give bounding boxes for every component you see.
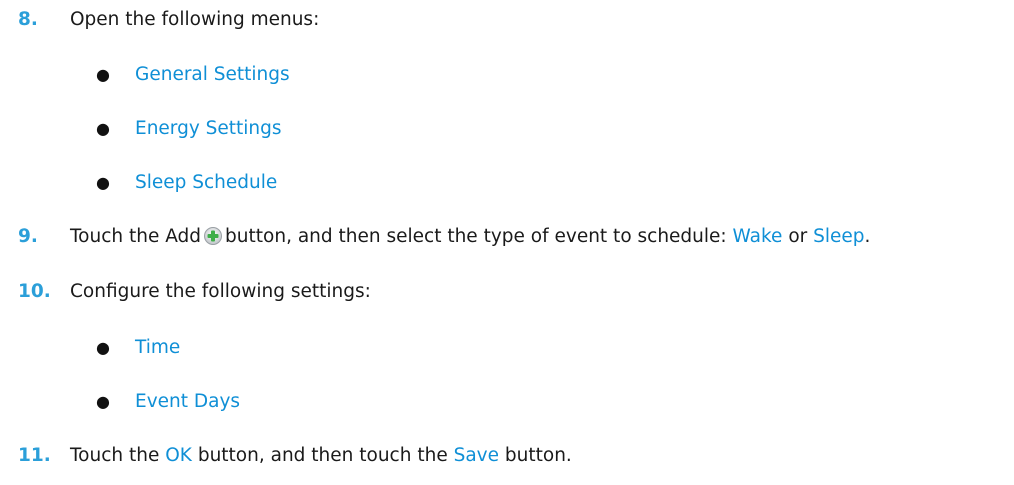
step-text-part: button. xyxy=(504,445,572,466)
step-number: 9. xyxy=(18,226,38,247)
step-text-part: button, and then touch the xyxy=(197,445,448,466)
menu-name: Energy Settings xyxy=(135,118,282,139)
step-number: 10. xyxy=(18,281,51,302)
add-icon xyxy=(204,227,223,245)
bullet-dot-icon: ● xyxy=(96,65,110,84)
setting-name: Event Days xyxy=(135,391,241,412)
save-button-ref: Save xyxy=(453,445,500,466)
bullet-dot-icon: ● xyxy=(96,119,110,138)
setting-name: Time xyxy=(135,337,181,358)
event-type-sleep: Sleep xyxy=(813,226,865,247)
step-text-part: or xyxy=(788,226,808,247)
step-number: 8. xyxy=(18,9,38,30)
ok-button-ref: OK xyxy=(165,445,192,466)
step-text: Open the following menus: xyxy=(70,9,320,30)
step-text: Touch the Add button, and then select the… xyxy=(70,225,870,249)
bullet-dot-icon: ● xyxy=(96,392,110,411)
step-text-part: Touch the Add xyxy=(70,226,202,247)
step-text-part: Touch the xyxy=(70,445,160,466)
step-number: 11. xyxy=(18,445,51,466)
bullet-dot-icon: ● xyxy=(96,173,110,192)
menu-name: General Settings xyxy=(135,64,290,85)
step-text: Configure the following settings: xyxy=(70,281,371,302)
instruction-document: 8. Open the following menus: ● General S… xyxy=(0,0,1014,485)
menu-name: Sleep Schedule xyxy=(135,172,278,193)
step-text: Touch the OK button, and then touch the … xyxy=(70,444,572,468)
step-text-part: button, and then select the type of even… xyxy=(225,226,727,247)
step-text-part: . xyxy=(864,226,871,247)
event-type-wake: Wake xyxy=(732,226,783,247)
bullet-dot-icon: ● xyxy=(96,338,110,357)
